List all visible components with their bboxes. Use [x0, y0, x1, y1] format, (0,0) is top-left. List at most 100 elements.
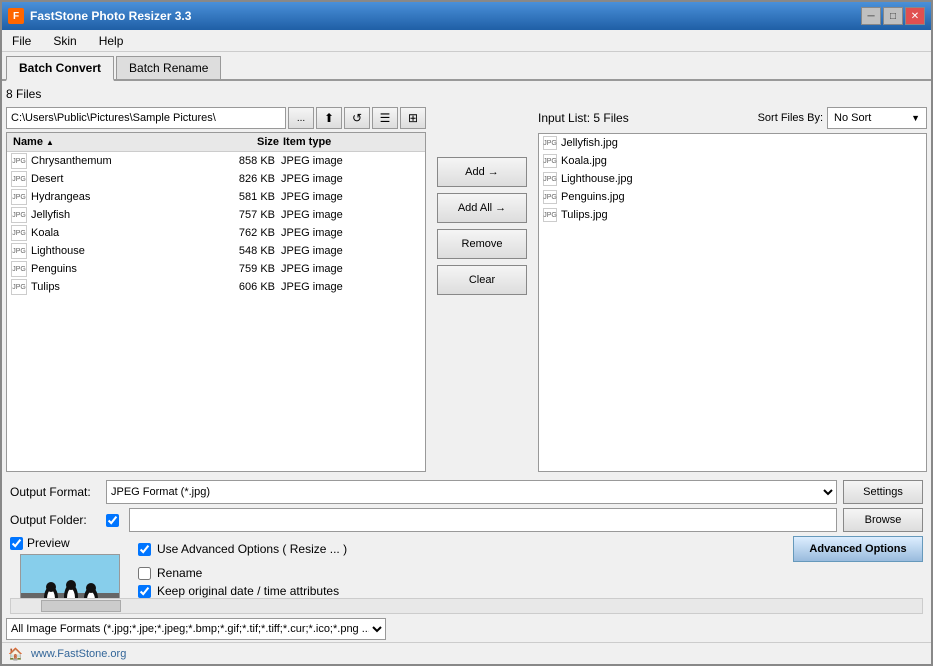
main-window: F FastStone Photo Resizer 3.3 ─ □ ✕ File…	[0, 0, 933, 666]
path-input[interactable]	[6, 107, 286, 129]
file-row[interactable]: JPG Jellyfish 757 KB JPEG image	[7, 206, 425, 224]
file-row[interactable]: JPG Chrysanthemum 858 KB JPEG image	[7, 152, 425, 170]
add-all-button[interactable]: Add All →	[437, 193, 527, 223]
input-file-icon: JPG	[543, 208, 557, 222]
file-size: 826 KB	[211, 173, 281, 185]
file-size: 759 KB	[211, 263, 281, 275]
toolbar-up-button[interactable]: ⬆	[316, 107, 342, 129]
rename-option-row: Rename	[138, 566, 923, 580]
file-name: Chrysanthemum	[31, 155, 211, 167]
options-section: Use Advanced Options ( Resize ... ) Adva…	[138, 536, 923, 598]
clear-button[interactable]: Clear	[437, 265, 527, 295]
rename-label: Rename	[157, 566, 202, 580]
horizontal-scrollbar[interactable]	[10, 598, 923, 614]
use-advanced-checkbox[interactable]	[138, 543, 151, 556]
input-list-header: Input List: 5 Files Sort Files By: No So…	[538, 107, 927, 129]
column-header-type[interactable]: Item type	[281, 135, 421, 149]
file-type: JPEG image	[281, 191, 421, 203]
file-icon: JPG	[11, 225, 27, 241]
input-file-list[interactable]: JPG Jellyfish.jpg JPG Koala.jpg JPG Ligh…	[538, 133, 927, 472]
file-row[interactable]: JPG Penguins 759 KB JPEG image	[7, 260, 425, 278]
keep-date-label: Keep original date / time attributes	[157, 584, 339, 598]
use-advanced-label: Use Advanced Options ( Resize ... )	[157, 542, 787, 556]
status-logo: www.FastStone.org	[31, 648, 126, 660]
left-panel: ... ⬆ ↺ ☰ ⊞ Name ▲ Size	[6, 107, 426, 472]
output-folder-checkbox[interactable]	[106, 514, 119, 527]
file-icon: JPG	[11, 207, 27, 223]
input-file-row[interactable]: JPG Lighthouse.jpg	[539, 170, 926, 188]
file-size: 606 KB	[211, 281, 281, 293]
file-list-header: Name ▲ Size Item type	[7, 133, 425, 152]
input-file-row[interactable]: JPG Tulips.jpg	[539, 206, 926, 224]
input-file-name: Penguins.jpg	[561, 191, 625, 203]
input-file-name: Jellyfish.jpg	[561, 137, 618, 149]
input-file-icon: JPG	[543, 190, 557, 204]
settings-button[interactable]: Settings	[843, 480, 923, 504]
menu-bar: File Skin Help	[2, 30, 931, 52]
close-window-button[interactable]: ✕	[905, 7, 925, 25]
output-folder-input[interactable]	[129, 508, 837, 532]
maximize-button[interactable]: □	[883, 7, 903, 25]
preview-section: Preview	[10, 536, 130, 598]
preview-checkbox[interactable]	[10, 537, 23, 550]
keep-date-option-row: Keep original date / time attributes	[138, 584, 923, 598]
advanced-options-button[interactable]: Advanced Options	[793, 536, 923, 562]
bottom-section: Output Format: JPEG Format (*.jpg) Setti…	[6, 476, 927, 598]
status-icon: 🏠	[8, 647, 23, 661]
file-type: JPEG image	[281, 155, 421, 167]
keep-date-checkbox[interactable]	[138, 585, 151, 598]
add-button[interactable]: Add →	[437, 157, 527, 187]
input-file-name: Lighthouse.jpg	[561, 173, 633, 185]
file-name: Penguins	[31, 263, 211, 275]
input-file-rows: JPG Jellyfish.jpg JPG Koala.jpg JPG Ligh…	[539, 134, 926, 224]
input-file-row[interactable]: JPG Penguins.jpg	[539, 188, 926, 206]
browse-path-button[interactable]: ...	[288, 107, 314, 129]
menu-help[interactable]: Help	[93, 32, 130, 50]
menu-file[interactable]: File	[6, 32, 37, 50]
file-icon: JPG	[11, 153, 27, 169]
file-size: 548 KB	[211, 245, 281, 257]
column-header-name[interactable]: Name ▲	[11, 135, 211, 149]
toolbar-refresh-button[interactable]: ↺	[344, 107, 370, 129]
format-filter-dropdown[interactable]: All Image Formats (*.jpg;*.jpe;*.jpeg;*.…	[6, 618, 386, 640]
minimize-button[interactable]: ─	[861, 7, 881, 25]
output-format-row: Output Format: JPEG Format (*.jpg) Setti…	[10, 480, 923, 504]
file-name: Koala	[31, 227, 211, 239]
input-file-row[interactable]: JPG Jellyfish.jpg	[539, 134, 926, 152]
file-row[interactable]: JPG Lighthouse 548 KB JPEG image	[7, 242, 425, 260]
file-size: 762 KB	[211, 227, 281, 239]
file-row[interactable]: JPG Koala 762 KB JPEG image	[7, 224, 425, 242]
file-icon: JPG	[11, 243, 27, 259]
format-filter-row: All Image Formats (*.jpg;*.jpe;*.jpeg;*.…	[2, 616, 931, 642]
file-row[interactable]: JPG Desert 826 KB JPEG image	[7, 170, 425, 188]
toolbar-grid-view-button[interactable]: ⊞	[400, 107, 426, 129]
sort-value: No Sort	[834, 112, 871, 124]
menu-skin[interactable]: Skin	[47, 32, 82, 50]
main-content: 8 Files ... ⬆ ↺ ☰ ⊞	[2, 81, 931, 598]
input-file-icon: JPG	[543, 136, 557, 150]
file-row[interactable]: JPG Tulips 606 KB JPEG image	[7, 278, 425, 296]
preview-image	[20, 554, 120, 598]
middle-buttons: Add → Add All → Remove Clear	[432, 107, 532, 472]
file-type: JPEG image	[281, 209, 421, 221]
output-format-select[interactable]: JPEG Format (*.jpg)	[106, 480, 837, 504]
preview-options-row: Preview	[10, 536, 923, 598]
file-name: Desert	[31, 173, 211, 185]
tab-batch-rename[interactable]: Batch Rename	[116, 56, 221, 79]
rename-checkbox[interactable]	[138, 567, 151, 580]
title-bar: F FastStone Photo Resizer 3.3 ─ □ ✕	[2, 2, 931, 30]
file-list[interactable]: Name ▲ Size Item type JPG Chrysanthemum …	[6, 132, 426, 472]
remove-button[interactable]: Remove	[437, 229, 527, 259]
column-header-size[interactable]: Size	[211, 135, 281, 149]
top-area: ... ⬆ ↺ ☰ ⊞ Name ▲ Size	[6, 107, 927, 472]
browse-button[interactable]: Browse	[843, 508, 923, 532]
file-row[interactable]: JPG Hydrangeas 581 KB JPEG image	[7, 188, 425, 206]
input-file-row[interactable]: JPG Koala.jpg	[539, 152, 926, 170]
scrollbar-thumb[interactable]	[41, 600, 121, 612]
file-type: JPEG image	[281, 245, 421, 257]
status-bar: 🏠 www.FastStone.org	[2, 642, 931, 664]
toolbar-list-view-button[interactable]: ☰	[372, 107, 398, 129]
tab-batch-convert[interactable]: Batch Convert	[6, 56, 114, 81]
sort-select[interactable]: No Sort ▼	[827, 107, 927, 129]
output-folder-row: Output Folder: Browse	[10, 508, 923, 532]
